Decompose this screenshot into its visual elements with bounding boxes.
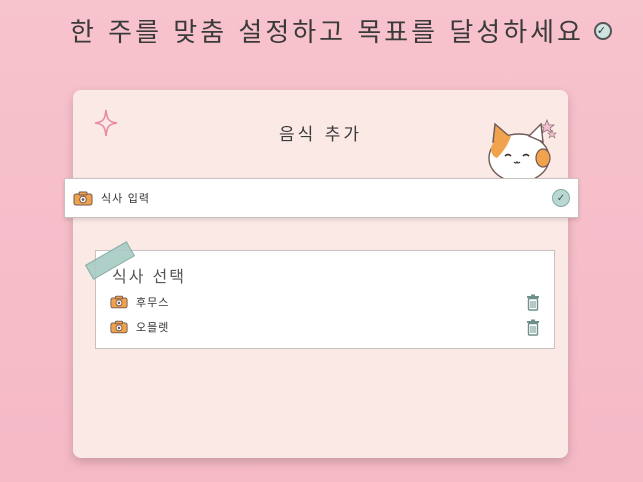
camera-icon[interactable] <box>73 191 93 206</box>
check-circle-icon: ✓ <box>593 21 612 40</box>
camera-icon <box>110 295 128 309</box>
meal-input-placeholder: 식사 입력 <box>101 192 150 205</box>
meal-select-title: 식사 선택 <box>112 267 186 286</box>
headline-text: 한 주를 맞춤 설정하고 목표를 달성하세요 <box>70 18 584 48</box>
camera-icon <box>110 320 128 334</box>
cat-icon <box>488 118 558 180</box>
trash-icon[interactable] <box>526 319 540 336</box>
trash-icon[interactable] <box>526 294 540 311</box>
meal-input-field[interactable]: 식사 입력 ✓ <box>64 178 579 218</box>
list-item[interactable]: 후무스 <box>110 292 540 312</box>
meal-select-panel: 식사 선택 후무스 오믈렛 <box>95 250 555 349</box>
submit-check-button[interactable]: ✓ <box>552 189 570 207</box>
food-name: 후무스 <box>136 296 170 309</box>
food-name: 오믈렛 <box>136 321 170 334</box>
headline: 한 주를 맞춤 설정하고 목표를 달성하세요 ✓ <box>70 12 612 49</box>
list-item[interactable]: 오믈렛 <box>110 317 540 337</box>
